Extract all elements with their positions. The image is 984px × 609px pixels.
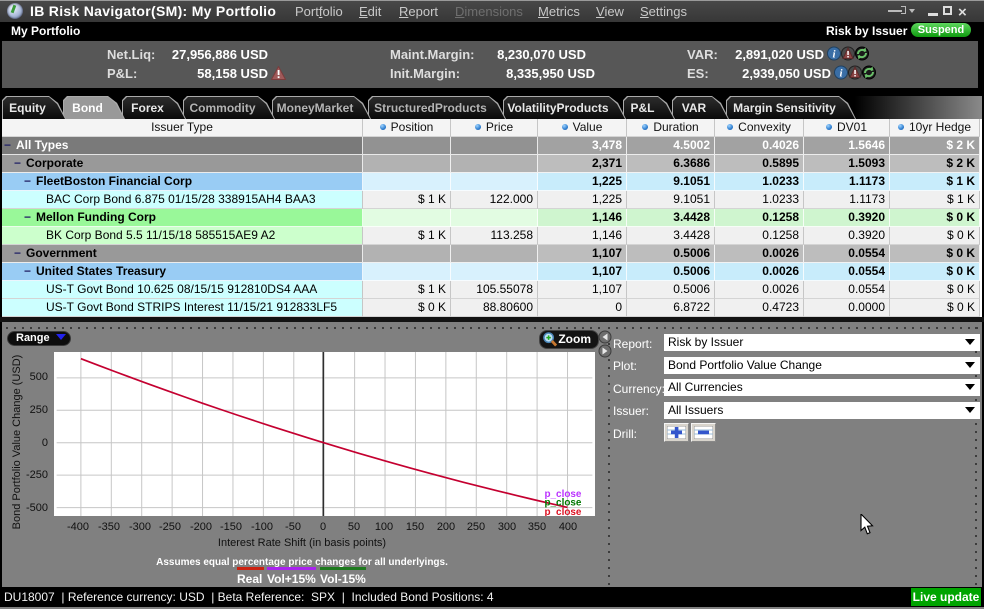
svg-text:p_close: p_close: [544, 507, 581, 516]
